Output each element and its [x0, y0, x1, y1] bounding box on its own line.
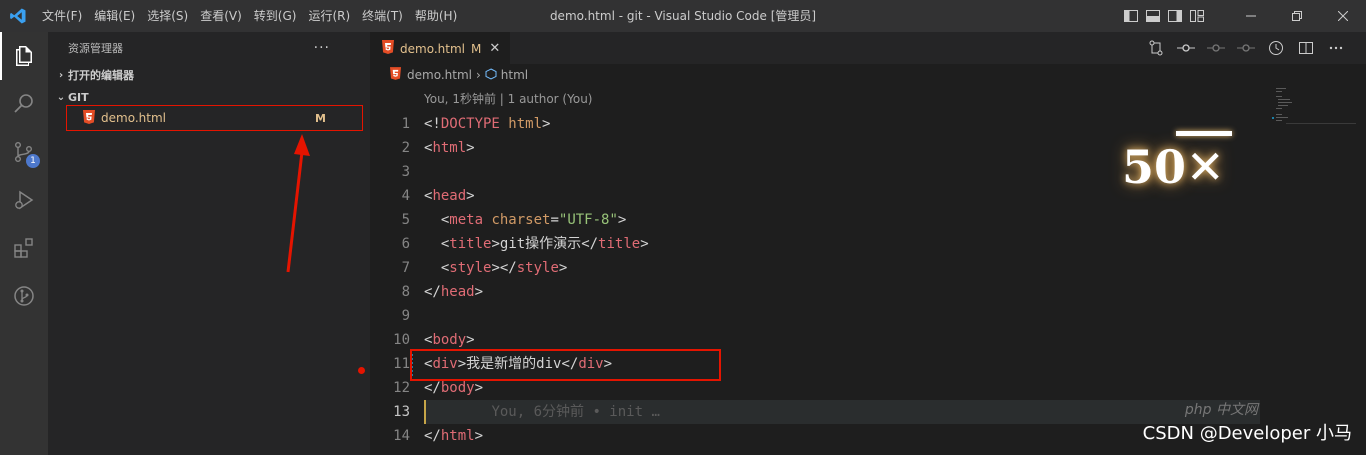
tab-bar: demo.html M ✕: [370, 32, 1366, 64]
menu-selection[interactable]: 选择(S): [141, 0, 194, 32]
line-number: 3: [401, 164, 410, 180]
html5-tab-icon: [382, 40, 394, 57]
customize-layout-icon[interactable]: [1186, 0, 1208, 32]
close-window-icon[interactable]: [1320, 0, 1366, 32]
menu-terminal[interactable]: 终端(T): [356, 0, 409, 32]
line-number: 14: [393, 428, 410, 444]
timeline-icon[interactable]: [1266, 38, 1286, 58]
chevron-right-icon: ›: [475, 68, 481, 82]
line-number: 11: [393, 356, 410, 372]
editor-group: demo.html M ✕ demo.html › html You, 1秒钟前…: [358, 32, 1366, 455]
line-number: 6: [401, 236, 410, 252]
more-actions-icon[interactable]: ···: [314, 40, 330, 56]
file-status-badge: M: [315, 111, 326, 125]
line-number: 10: [393, 332, 410, 348]
next-change-icon[interactable]: [1236, 38, 1256, 58]
folder-label: GIT: [68, 90, 89, 104]
line-number: 5: [401, 212, 410, 228]
previous-change-icon[interactable]: [1206, 38, 1226, 58]
code-line: </html>: [424, 428, 484, 444]
symbol-icon: [485, 67, 497, 83]
line-number-current: 13: [393, 404, 410, 420]
search-icon[interactable]: [0, 80, 48, 128]
toggle-sidebar-icon[interactable]: [1120, 0, 1142, 32]
codelens-blame[interactable]: You, 1秒钟前 | 1 author (You): [424, 90, 592, 107]
overlay-bar: [1176, 131, 1232, 136]
open-editors-section[interactable]: › 打开的编辑器: [48, 64, 370, 86]
file-name: demo.html: [101, 111, 166, 125]
annotation-highlight-box: [410, 349, 721, 381]
watermark: CSDN @Developer 小马: [1142, 423, 1352, 444]
menu-help[interactable]: 帮助(H): [409, 0, 463, 32]
source-control-icon[interactable]: 1: [0, 128, 48, 176]
code-line: <!DOCTYPE html>: [424, 116, 551, 132]
title-controls: [1120, 0, 1366, 32]
more-actions-icon[interactable]: [1326, 38, 1346, 58]
line-number: 2: [401, 140, 410, 156]
chevron-down-icon: ⌄: [56, 91, 66, 103]
line-number: 12: [393, 380, 410, 396]
vscode-logo-icon: [0, 0, 36, 32]
toggle-secondary-sidebar-icon[interactable]: [1164, 0, 1186, 32]
tab-modified-badge: M: [470, 41, 482, 56]
code-line: <meta charset="UTF-8">: [440, 212, 627, 228]
line-number: 7: [401, 260, 410, 276]
toggle-panel-icon[interactable]: [1142, 0, 1164, 32]
text-cursor: [424, 400, 426, 424]
breadcrumb-symbol[interactable]: html: [501, 68, 528, 82]
scm-badge: 1: [26, 154, 40, 168]
menu-run[interactable]: 运行(R): [302, 0, 356, 32]
line-number: 9: [401, 308, 410, 324]
split-editor-icon[interactable]: [1296, 38, 1316, 58]
open-changes-icon[interactable]: [1146, 38, 1166, 58]
overlay-symbol: ✕: [1186, 140, 1225, 194]
overlay-number: 50: [1122, 140, 1187, 194]
explorer-icon[interactable]: [0, 32, 48, 80]
activity-bar: 1: [0, 32, 48, 455]
editor-actions: [1146, 32, 1346, 64]
minimize-icon[interactable]: [1228, 0, 1274, 32]
line-number: 4: [401, 188, 410, 204]
extensions-icon[interactable]: [0, 224, 48, 272]
explorer-sidebar: 资源管理器 ··· › 打开的编辑器 ⌄ GIT demo.html M: [48, 32, 370, 455]
code-line: <title>git操作演示</title>: [440, 236, 649, 252]
git-commit-icon[interactable]: [1176, 38, 1196, 58]
doctype-attr: html: [499, 116, 543, 132]
code-line-current: You, 6分钟前 • init …: [424, 400, 1260, 424]
php-logo: php 中文网: [1184, 402, 1258, 418]
breadcrumb-file[interactable]: demo.html: [407, 68, 472, 82]
file-item-demo-html[interactable]: demo.html M: [66, 105, 363, 131]
menu-file[interactable]: 文件(F): [36, 0, 88, 32]
breadcrumb: demo.html › html: [370, 64, 1366, 86]
inline-blame: You, 6分钟前 • init …: [491, 404, 660, 420]
line-number: 8: [401, 284, 410, 300]
title-bar: 文件(F) 编辑(E) 选择(S) 查看(V) 转到(G) 运行(R) 终端(T…: [0, 0, 1366, 32]
menu-view[interactable]: 查看(V): [194, 0, 248, 32]
close-tab-icon[interactable]: ✕: [489, 41, 500, 56]
line-number-gutter: 1 2 3 4 5 6 7 8 9 10 11 12 13 14: [358, 112, 410, 448]
run-debug-icon[interactable]: [0, 176, 48, 224]
doctype-token: DOCTYPE: [440, 116, 500, 132]
menu-bar: 文件(F) 编辑(E) 选择(S) 查看(V) 转到(G) 运行(R) 终端(T…: [36, 0, 463, 32]
open-editors-label: 打开的编辑器: [68, 69, 134, 82]
code-line: </head>: [424, 284, 484, 300]
git-graph-icon[interactable]: [0, 272, 48, 320]
line-number: 1: [401, 116, 410, 132]
tab-demo-html[interactable]: demo.html M ✕: [370, 32, 511, 64]
breakpoint-dot[interactable]: [358, 367, 365, 374]
explorer-title: 资源管理器: [68, 42, 123, 55]
restore-icon[interactable]: [1274, 0, 1320, 32]
minimap[interactable]: [1262, 86, 1358, 146]
menu-go[interactable]: 转到(G): [248, 0, 303, 32]
tab-label: demo.html: [400, 41, 465, 56]
code-line: <style></style>: [440, 260, 568, 276]
overlay-graphic: 50✕: [1122, 140, 1225, 194]
explorer-header: 资源管理器 ···: [48, 32, 370, 64]
chevron-right-icon: ›: [58, 69, 64, 81]
menu-edit[interactable]: 编辑(E): [88, 0, 141, 32]
html5-file-icon: [83, 109, 95, 127]
html5-breadcrumb-icon: [390, 67, 401, 83]
